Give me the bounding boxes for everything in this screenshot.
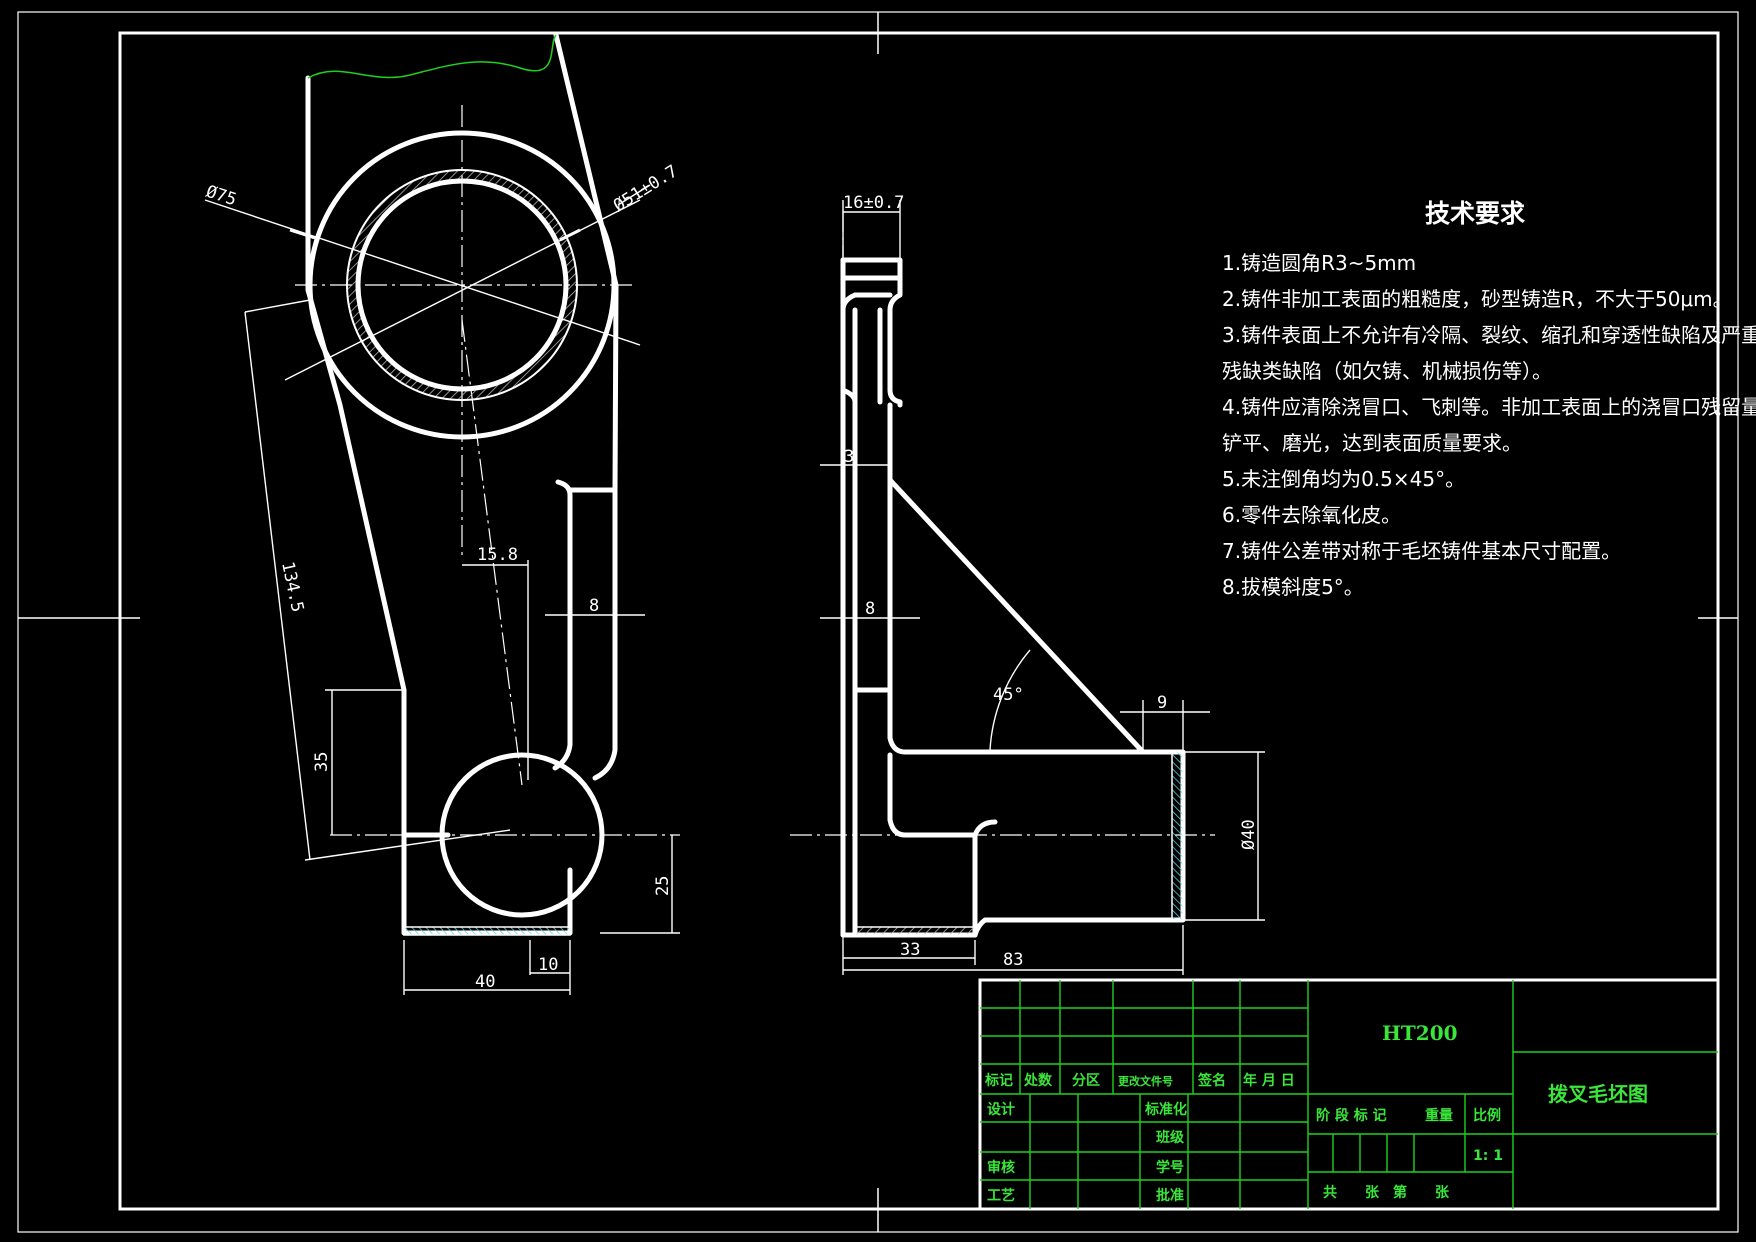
tb-change-doc: 更改文件号 (1118, 1074, 1173, 1088)
dim-diameter-40: Ø40 (1239, 819, 1259, 850)
tb-design: 设计 (987, 1101, 1015, 1118)
tb-approve: 批准 (1156, 1187, 1184, 1204)
requirement-line: 6.零件去除氧化皮。 (1222, 503, 1401, 527)
side-view (790, 200, 1265, 975)
tb-student-no: 学号 (1156, 1159, 1184, 1176)
requirement-line: 8.拔模斜度5°。 (1222, 575, 1364, 599)
requirement-line: 2.铸件非加工表面的粗糙度，砂型铸造R，不大于50μm。 (1222, 287, 1733, 311)
requirement-line: 残缺类缺陷（如欠铸、机械损伤等）。 (1222, 359, 1552, 383)
tb-count: 处数 (1023, 1072, 1053, 1089)
dim-35: 35 (312, 752, 332, 772)
tb-drawing-name: 拨叉毛坯图 (1548, 1082, 1648, 1106)
requirements-title: 技术要求 (1425, 199, 1525, 228)
tb-scale: 1: 1 (1473, 1148, 1503, 1164)
tb-scale-label: 比例 (1473, 1107, 1501, 1124)
tb-zone: 分区 (1072, 1073, 1100, 1089)
tb-process: 工艺 (987, 1187, 1015, 1204)
requirement-line: 铲平、磨光，达到表面质量要求。 (1222, 431, 1522, 455)
requirement-line: 3.铸件表面上不允许有冷隔、裂纹、缩孔和穿透性缺陷及严重的 (1222, 323, 1756, 347)
dim-15-8: 15.8 (477, 545, 518, 565)
dim-3: 3 (844, 447, 854, 467)
requirement-line: 1.铸造圆角R3~5mm (1222, 251, 1416, 275)
tb-weight: 重量 (1425, 1107, 1453, 1124)
dim-83: 83 (1003, 950, 1023, 970)
dim-diameter-75: Ø75 (203, 182, 238, 211)
dim-9: 9 (1157, 693, 1167, 713)
tb-review: 审核 (987, 1159, 1015, 1176)
requirement-line: 5.未注倒角均为0.5×45°。 (1222, 467, 1465, 491)
dim-134-5: 134.5 (277, 560, 307, 614)
dim-diameter-51: Ø51±0.7 (610, 161, 681, 216)
tb-material: HT200 (1382, 1021, 1458, 1045)
dim-8-side: 8 (865, 599, 875, 619)
dim-8-front: 8 (589, 596, 599, 616)
dim-25: 25 (653, 876, 673, 896)
dim-40: 40 (475, 972, 495, 992)
tb-mark: 标记 (984, 1072, 1013, 1089)
tb-signature: 签名 (1197, 1072, 1226, 1089)
requirement-line: 7.铸件公差带对称于毛坯铸件基本尺寸配置。 (1222, 539, 1621, 563)
tb-sheets: 共 张 第 张 (1323, 1184, 1450, 1201)
tb-class: 班级 (1156, 1129, 1185, 1146)
tb-date: 年 月 日 (1243, 1072, 1295, 1089)
dim-angle-45: 45° (993, 685, 1024, 705)
dim-10: 10 (538, 955, 558, 975)
tb-standardization: 标准化 (1144, 1101, 1187, 1118)
engineering-drawing: Ø75 Ø51±0.7 134.5 15.8 8 35 25 10 40 16±… (17, 11, 1756, 1233)
requirement-line: 4.铸件应清除浇冒口、飞刺等。非加工表面上的浇冒口残留量要 (1222, 395, 1756, 419)
dim-16: 16±0.7 (843, 193, 904, 213)
technical-requirements: 技术要求 1.铸造圆角R3~5mm 2.铸件非加工表面的粗糙度，砂型铸造R，不大… (1222, 199, 1756, 599)
front-view (204, 32, 680, 995)
dim-33: 33 (900, 940, 920, 960)
tb-stage-mark: 阶 段 标 记 (1316, 1107, 1387, 1124)
